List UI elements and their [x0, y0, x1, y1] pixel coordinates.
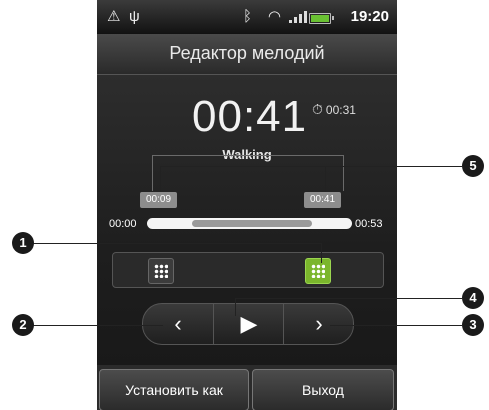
- phone-screen: ⚠ ψ ᛒ ◠ 19:20 Редактор мелодий 00:41 ⏱ 00…: [97, 0, 397, 410]
- leader-line-2: [28, 325, 163, 326]
- bluetooth-icon: ᛒ: [242, 8, 252, 25]
- play-button[interactable]: ▶: [213, 304, 284, 344]
- leader-line-5: [160, 166, 462, 167]
- next-button[interactable]: ›: [283, 304, 354, 344]
- leader-line-5b: [325, 166, 326, 192]
- callout-5: 5: [462, 155, 484, 177]
- total-time-value: 00:31: [325, 103, 356, 117]
- exit-button[interactable]: Выход: [252, 369, 394, 410]
- previous-button[interactable]: ‹: [143, 304, 213, 344]
- selection-bracket: [152, 155, 344, 191]
- wifi-icon: ◠: [267, 8, 281, 25]
- warning-icon: ⚠: [107, 8, 121, 25]
- grip-icon: [311, 264, 325, 278]
- title-bar: Редактор мелодий: [97, 34, 397, 75]
- status-time: 19:20: [350, 8, 389, 25]
- timer-icon: ⏱: [312, 101, 323, 117]
- start-marker[interactable]: 00:09: [140, 192, 178, 208]
- callout-4: 4: [462, 287, 484, 309]
- start-handle[interactable]: [148, 258, 174, 284]
- leader-line-1b: [321, 243, 322, 263]
- timeline-track[interactable]: [147, 218, 352, 229]
- status-bar: ⚠ ψ ᛒ ◠ 19:20: [97, 0, 397, 34]
- grip-icon: [154, 264, 168, 278]
- callout-1: 1: [12, 232, 34, 254]
- callout-2: 2: [12, 314, 34, 336]
- range-slider[interactable]: [112, 252, 384, 288]
- end-handle[interactable]: [305, 258, 331, 284]
- usb-icon: ψ: [129, 8, 140, 25]
- battery-icon: [309, 13, 334, 24]
- bottom-bar: Установить как Выход: [97, 365, 397, 410]
- leader-line-1: [28, 243, 321, 244]
- playback-controls: ‹ ▶ ›: [142, 303, 354, 345]
- editor-content: 00:41 ⏱ 00:31 Walking 00:09 00:41 00:00 0…: [97, 75, 397, 365]
- selected-range: [192, 220, 312, 227]
- end-marker[interactable]: 00:41: [304, 192, 342, 208]
- leader-line-4b: [235, 298, 236, 316]
- callout-3: 3: [462, 314, 484, 336]
- signal-icon: [289, 11, 307, 23]
- leader-line-4: [235, 298, 462, 299]
- set-as-button[interactable]: Установить как: [99, 369, 249, 410]
- total-duration: ⏱ 00:31: [312, 101, 356, 118]
- timeline-end: 00:53: [355, 218, 383, 230]
- current-time: 00:41: [192, 92, 308, 141]
- timeline-start: 00:00: [109, 218, 137, 230]
- leader-line-3: [330, 325, 462, 326]
- page-title: Редактор мелодий: [169, 43, 325, 63]
- leader-line-5a: [160, 166, 161, 192]
